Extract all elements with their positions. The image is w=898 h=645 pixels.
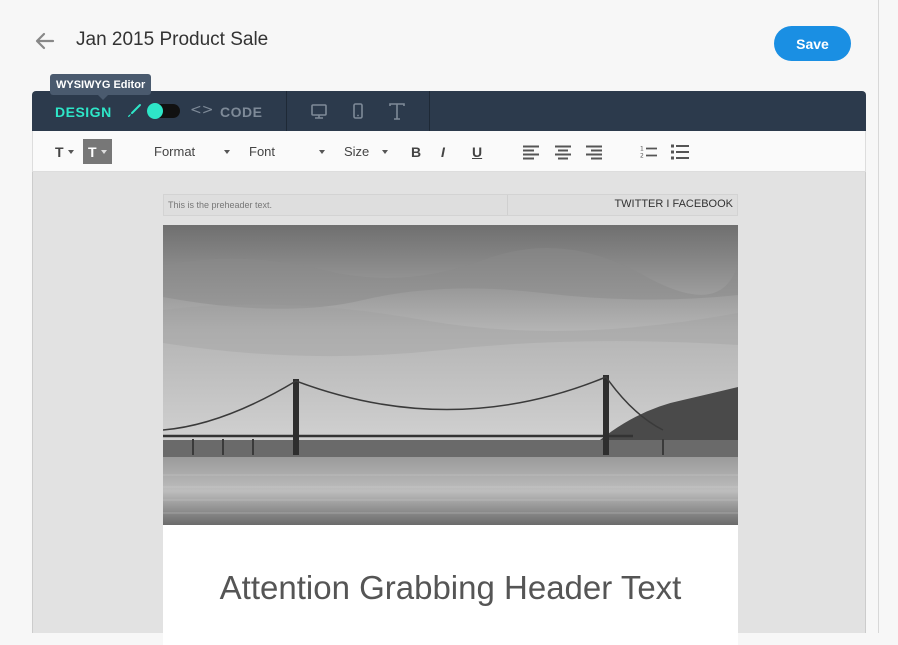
text-color-icon: T [55, 143, 64, 160]
bullet-list-icon[interactable] [669, 139, 691, 164]
mode-bar: DESIGN <> CODE [32, 91, 866, 131]
preheader-text: This is the preheader text. [168, 200, 273, 210]
underline-button[interactable]: U [472, 139, 482, 164]
code-mode-tab[interactable]: CODE [220, 104, 262, 120]
design-mode-tab[interactable]: DESIGN [55, 104, 112, 120]
divider [429, 91, 430, 131]
social-links[interactable]: TWITTER I FACEBOOK [614, 198, 733, 210]
format-label: Format [154, 144, 196, 159]
formatting-toolbar: T T Format Font Size B I U 1 2 [32, 131, 866, 172]
chevron-down-icon [319, 149, 325, 154]
divider [286, 91, 287, 131]
svg-text:2: 2 [640, 153, 644, 160]
chevron-down-icon [100, 149, 107, 154]
design-code-toggle[interactable] [147, 103, 180, 119]
page-title: Jan 2015 Product Sale [76, 29, 269, 50]
toggle-knob [147, 103, 163, 119]
align-left-icon[interactable] [521, 139, 541, 164]
font-label: Font [249, 144, 276, 159]
tooltip: WYSIWYG Editor [50, 74, 152, 100]
brush-icon [128, 104, 141, 117]
chevron-down-icon [224, 149, 230, 154]
mobile-preview-icon[interactable] [348, 101, 368, 121]
svg-text:1: 1 [640, 146, 644, 153]
italic-button[interactable]: I [441, 139, 445, 164]
desktop-preview-icon[interactable] [309, 101, 329, 121]
bold-button[interactable]: B [411, 139, 421, 164]
email-canvas: This is the preheader text. TWITTER I FA… [32, 172, 866, 645]
code-icon: <> [190, 102, 214, 118]
text-preview-icon[interactable] [387, 101, 407, 121]
body-block[interactable]: Attention Grabbing Header Text [163, 525, 738, 645]
size-dropdown[interactable]: Size [344, 139, 388, 164]
save-button[interactable]: Save [774, 26, 851, 61]
headline-text: Attention Grabbing Header Text [219, 569, 682, 606]
bold-icon: B [411, 143, 422, 160]
preheader-block[interactable]: This is the preheader text. TWITTER I FA… [163, 194, 738, 216]
divider [507, 195, 508, 215]
back-arrow-icon[interactable] [34, 30, 56, 52]
hero-image[interactable] [163, 225, 738, 525]
background-color-dropdown[interactable]: T [83, 139, 112, 164]
chevron-down-icon [382, 149, 388, 154]
right-divider [878, 0, 879, 633]
background-color-icon: T [88, 143, 97, 160]
numbered-list-icon[interactable]: 1 2 [639, 139, 659, 164]
size-label: Size [344, 144, 370, 159]
align-center-icon[interactable] [553, 139, 573, 164]
underline-icon: U [472, 143, 483, 160]
italic-icon: I [441, 143, 445, 160]
font-dropdown[interactable]: Font [249, 139, 325, 164]
format-dropdown[interactable]: Format [154, 139, 230, 164]
text-color-dropdown[interactable]: T [55, 139, 74, 164]
chevron-down-icon [67, 149, 74, 154]
align-right-icon[interactable] [584, 139, 604, 164]
